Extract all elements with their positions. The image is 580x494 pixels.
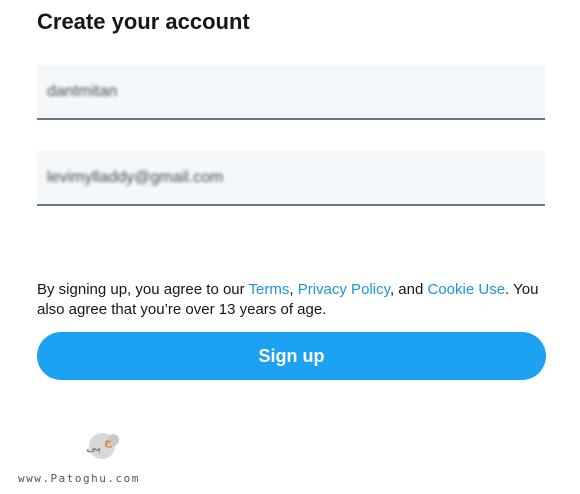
terms-prefix: By signing up, you agree to our [37,281,249,298]
svg-text:پی: پی [86,441,101,454]
name-field[interactable]: dantmitan [37,65,545,120]
terms-text: By signing up, you agree to our Terms, P… [37,280,557,320]
terms-separator-2: , and [389,281,428,298]
cookie-use-link[interactable]: Cookie Use [428,281,506,298]
terms-separator-1: , [289,281,298,298]
terms-link[interactable]: Terms [249,281,290,298]
svg-text:ج: ج [104,435,112,449]
watermark-logo-icon: پی ج [86,433,119,459]
page-title: Create your account [37,9,250,34]
sign-up-button[interactable]: Sign up [37,332,546,380]
name-field-value: dantmitan [47,83,118,100]
watermark-site-text: www.Patoghu.com [18,472,140,485]
privacy-policy-link[interactable]: Privacy Policy [298,281,390,298]
email-field-value: levimylladdy@gmail.com [47,169,224,186]
email-field[interactable]: levimylladdy@gmail.com [37,151,545,206]
